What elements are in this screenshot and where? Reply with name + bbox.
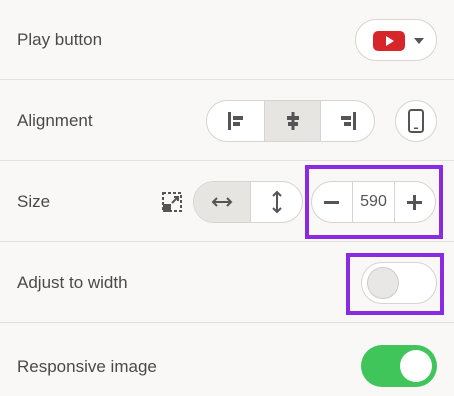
- align-right-button[interactable]: [320, 101, 374, 141]
- alignment-row: Alignment: [0, 81, 454, 161]
- size-value-input[interactable]: 590: [352, 182, 395, 222]
- align-left-icon: [227, 112, 243, 130]
- mobile-view-button[interactable]: [395, 100, 437, 142]
- decrease-size-button[interactable]: [312, 182, 352, 222]
- alignment-group: [206, 100, 375, 142]
- play-button-row: Play button: [0, 0, 454, 80]
- adjust-width-row: Adjust to width: [0, 243, 454, 323]
- mobile-phone-icon: [408, 109, 424, 133]
- responsive-image-row: Responsive image: [0, 324, 454, 396]
- size-mode-group: [193, 181, 303, 223]
- toggle-knob: [367, 267, 399, 299]
- size-stepper: 590: [311, 181, 436, 223]
- alignment-label: Alignment: [17, 110, 93, 130]
- stretch-vertical-icon: [271, 190, 282, 214]
- play-button-label: Play button: [17, 29, 103, 49]
- youtube-logo-icon: [373, 31, 405, 51]
- stretch-horizontal-button[interactable]: [194, 182, 250, 222]
- crop-resize-icon[interactable]: [162, 192, 184, 214]
- align-center-icon: [286, 112, 299, 130]
- align-right-icon: [340, 112, 356, 130]
- play-button-dropdown[interactable]: [355, 19, 437, 61]
- minus-icon: [324, 201, 339, 204]
- adjust-width-label: Adjust to width: [17, 272, 128, 292]
- size-label: Size: [17, 191, 51, 211]
- chevron-down-icon: [414, 38, 424, 44]
- align-center-button[interactable]: [264, 101, 320, 141]
- align-left-button[interactable]: [207, 101, 264, 141]
- stretch-vertical-button[interactable]: [250, 182, 302, 222]
- adjust-width-toggle[interactable]: [361, 262, 437, 304]
- size-row: Size 590: [0, 162, 454, 242]
- stretch-horizontal-icon: [211, 197, 233, 207]
- responsive-image-label: Responsive image: [17, 357, 157, 376]
- increase-size-button[interactable]: [395, 182, 435, 222]
- toggle-knob: [400, 350, 432, 382]
- responsive-image-toggle[interactable]: [361, 345, 437, 387]
